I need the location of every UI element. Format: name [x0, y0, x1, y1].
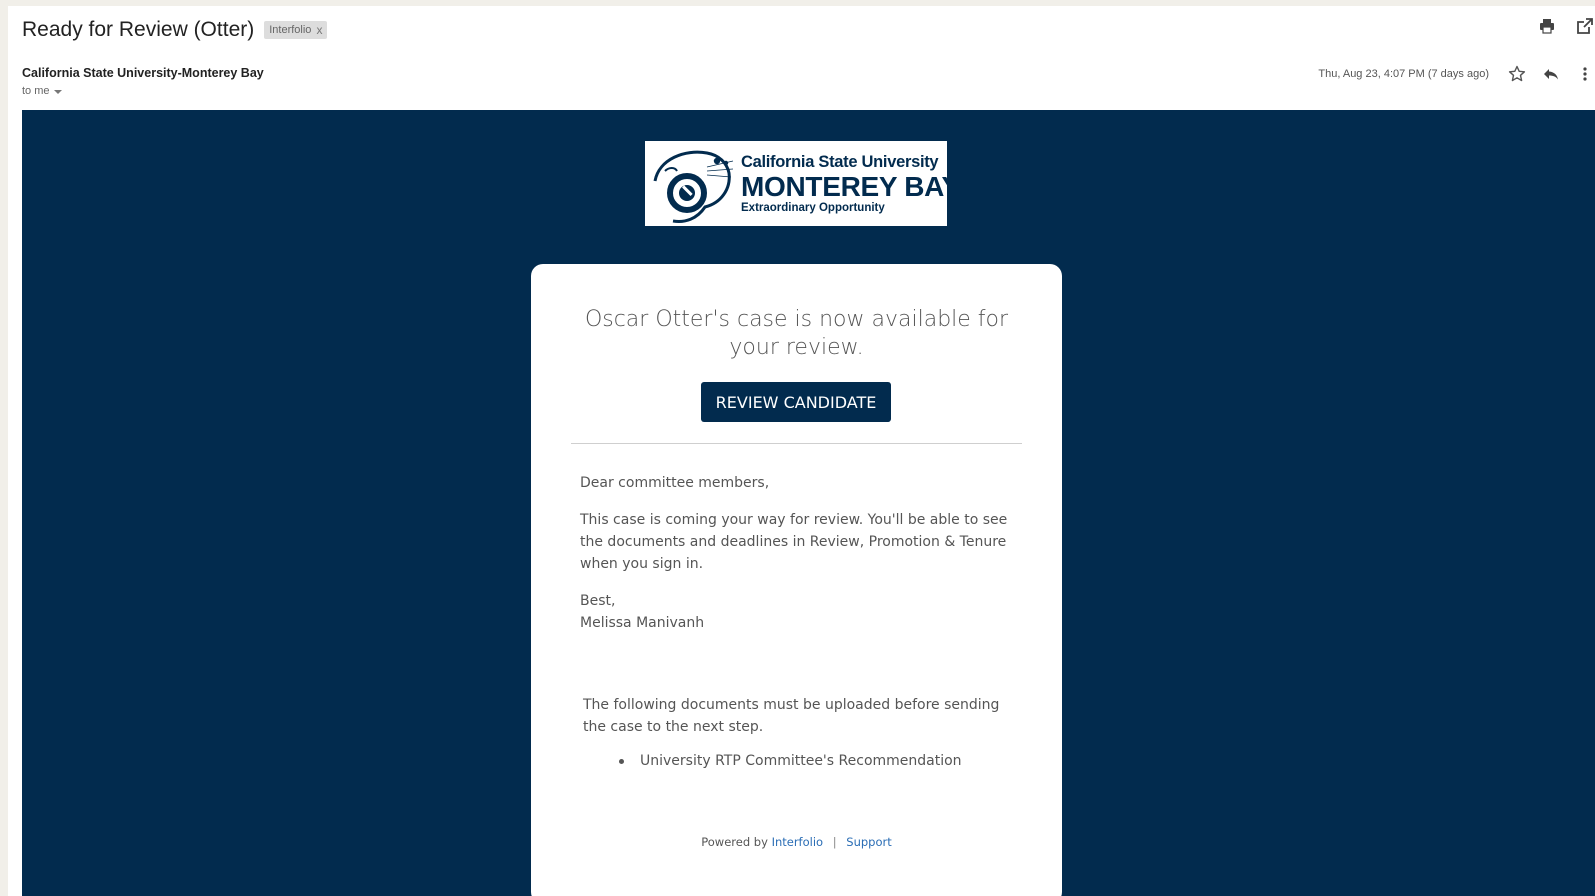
logo-text: California State University MONTEREY BAY…: [739, 153, 947, 214]
card-headline: Oscar Otter's case is now available for …: [584, 307, 1009, 360]
divider: [571, 443, 1022, 444]
recipient-details[interactable]: to me: [22, 85, 264, 97]
bullet-icon: [619, 758, 624, 764]
star-icon[interactable]: [1507, 64, 1527, 84]
remove-label-button[interactable]: x: [316, 23, 322, 37]
label-chip[interactable]: Interfolio x: [264, 21, 328, 39]
print-icon[interactable]: [1537, 16, 1557, 36]
chevron-down-icon[interactable]: [53, 90, 62, 94]
interfolio-link[interactable]: Interfolio: [772, 835, 824, 849]
greeting-text: Dear committee members,: [580, 475, 770, 491]
logo-line-2: MONTEREY BAY: [741, 171, 947, 202]
documents-intro: The following documents must be uploaded…: [583, 697, 1000, 735]
more-vertical-icon[interactable]: [1575, 64, 1595, 84]
card-footer: Powered by Interfolio | Support: [531, 835, 1062, 849]
logo-line-3: Extraordinary Opportunity: [741, 202, 885, 214]
otter-emblem-icon: [653, 150, 734, 223]
signature-block: Best, Melissa Manivanh: [580, 590, 1020, 634]
top-actions: [1537, 16, 1595, 36]
message-meta: Thu, Aug 23, 4:07 PM (7 days ago): [1318, 64, 1595, 84]
footer-prefix: Powered by: [701, 835, 768, 849]
list-item: University RTP Committee's Recommendatio…: [619, 753, 962, 769]
email-body: California State University MONTEREY BAY…: [22, 110, 1595, 896]
notification-card: Oscar Otter's case is now available for …: [531, 264, 1062, 896]
email-view: Ready for Review (Otter) Interfolio x Ca…: [8, 6, 1595, 896]
reply-icon[interactable]: [1541, 64, 1561, 84]
label-chip-text: Interfolio: [269, 24, 312, 36]
email-date: Thu, Aug 23, 4:07 PM (7 days ago): [1318, 68, 1489, 80]
subject-row: Ready for Review (Otter) Interfolio x: [22, 14, 328, 46]
closing-text: Best,: [580, 593, 616, 609]
signer-name: Melissa Manivanh: [580, 615, 705, 631]
sender-name[interactable]: California State University-Monterey Bay: [22, 66, 264, 80]
csumb-logo: California State University MONTEREY BAY…: [645, 141, 947, 226]
footer-separator: |: [832, 835, 837, 849]
document-name: University RTP Committee's Recommendatio…: [640, 753, 962, 769]
open-in-new-window-icon[interactable]: [1575, 16, 1595, 36]
body-text: This case is coming your way for review.…: [580, 512, 1008, 572]
sender-block: California State University-Monterey Bay…: [22, 66, 264, 97]
support-link[interactable]: Support: [846, 835, 891, 849]
email-subject: Ready for Review (Otter): [22, 18, 255, 41]
recipient-text: to me: [22, 85, 50, 97]
review-candidate-button[interactable]: REVIEW CANDIDATE: [701, 382, 891, 422]
logo-line-1: California State University: [741, 153, 939, 171]
